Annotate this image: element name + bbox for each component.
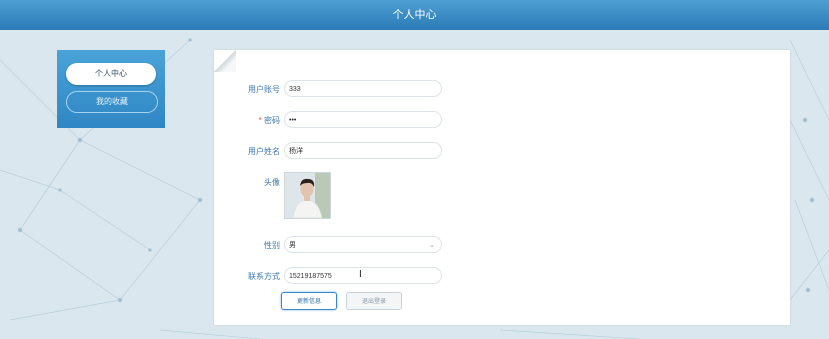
sidebar: 个人中心 我的收藏 (57, 50, 165, 128)
logout-button[interactable]: 退出登录 (346, 292, 402, 310)
name-field[interactable]: 杨洋 (284, 142, 442, 159)
top-header: 个人中心 (0, 0, 829, 30)
avatar-portrait-icon (285, 173, 330, 218)
text-cursor-icon: I (359, 269, 362, 280)
sidebar-item-my-favorites[interactable]: 我的收藏 (66, 91, 158, 113)
page-title: 个人中心 (392, 9, 437, 21)
page-curl-decoration (214, 50, 236, 72)
account-label: 用户账号 (248, 85, 280, 94)
chevron-down-icon: ⌄ (429, 242, 435, 249)
password-label-text: 密码 (264, 116, 280, 125)
sidebar-item-personal-center[interactable]: 个人中心 (66, 63, 156, 85)
update-info-button[interactable]: 更新信息 (281, 292, 337, 310)
avatar-image[interactable] (284, 172, 331, 219)
required-mark: * (258, 116, 262, 125)
contact-field[interactable]: 15219187575 (284, 267, 442, 284)
avatar-label: 头像 (264, 178, 280, 187)
gender-select-value: 男 (289, 242, 296, 249)
account-field[interactable]: 333 (284, 80, 442, 97)
gender-select[interactable]: 男 ⌄ (284, 236, 442, 253)
password-field[interactable]: ••• (284, 111, 442, 128)
name-label: 用户姓名 (248, 147, 280, 156)
gender-label: 性别 (264, 241, 280, 250)
contact-label: 联系方式 (248, 272, 280, 281)
password-label: * 密码 (210, 115, 280, 126)
